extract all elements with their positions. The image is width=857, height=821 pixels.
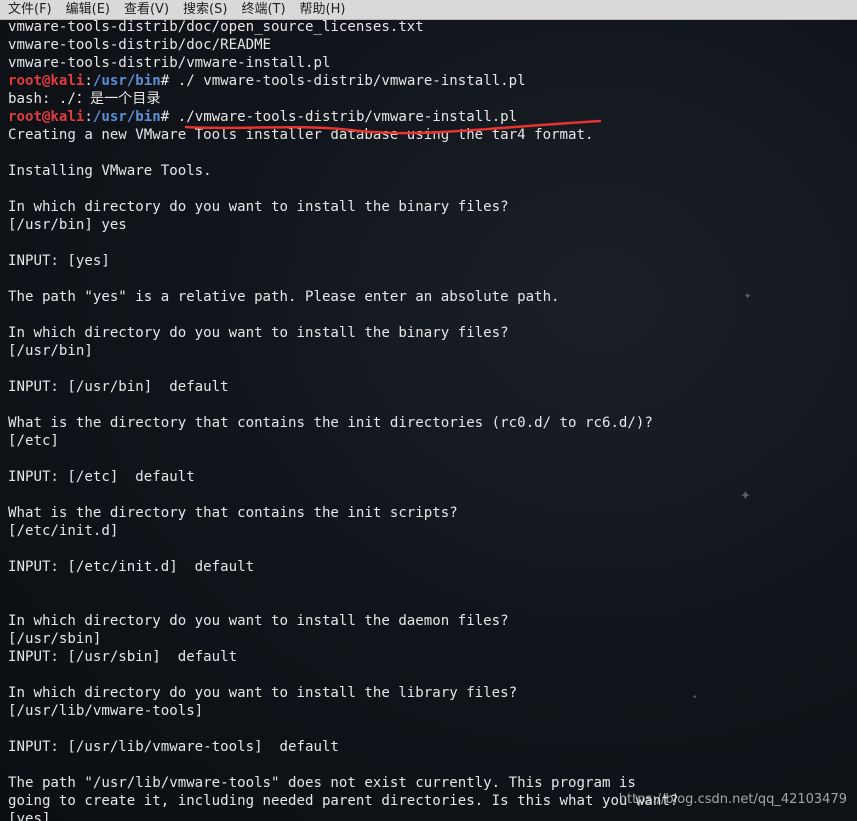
menu-edit[interactable]: 编辑(E) [59, 0, 117, 20]
prompt-line: root@kali:/usr/bin# ./vmware-tools-distr… [8, 108, 678, 126]
menu-view[interactable]: 查看(V) [117, 0, 176, 20]
terminal-line: The path "yes" is a relative path. Pleas… [8, 289, 560, 305]
background-star-icon: ✦ [692, 692, 698, 702]
terminal-line: [yes] [8, 811, 51, 821]
command-text: ./vmware-tools-distrib/vmware-install.pl [177, 109, 518, 125]
terminal-line: In which directory do you want to instal… [8, 685, 518, 701]
terminal-line: going to create it, including needed par… [8, 793, 679, 809]
error-line: bash: ./：是一个目录 [8, 91, 161, 107]
terminal-line: Installing VMware Tools. [8, 163, 212, 179]
terminal-line: INPUT: [yes] [8, 253, 110, 269]
prompt-colon: : [84, 73, 93, 89]
terminal-line: [/usr/sbin] [8, 631, 102, 647]
terminal-line: The path "/usr/lib/vmware-tools" does no… [8, 775, 636, 791]
terminal-line: [/etc/init.d] [8, 523, 119, 539]
command-text: ./ vmware-tools-distrib/vmware-install.p… [177, 73, 526, 89]
menu-file[interactable]: 文件(F) [0, 0, 59, 20]
terminal-line: INPUT: [/etc] default [8, 469, 195, 485]
terminal-line: [/usr/lib/vmware-tools] [8, 703, 204, 719]
terminal-line: In which directory do you want to instal… [8, 325, 509, 341]
terminal-lines: vmware-tools-distrib/doc/open_source_lic… [8, 20, 678, 821]
terminal-line: INPUT: [/usr/sbin] default [8, 649, 238, 665]
terminal-line: INPUT: [/usr/bin] default [8, 379, 229, 395]
prompt-path: /usr/bin [92, 73, 161, 89]
menu-help[interactable]: 帮助(H) [293, 0, 353, 20]
prompt-user: root@kali [8, 73, 85, 89]
prompt-symbol: # [160, 73, 178, 89]
terminal-line: [/etc] [8, 433, 59, 449]
terminal-line: In which directory do you want to instal… [8, 199, 509, 215]
menu-terminal[interactable]: 终端(T) [234, 0, 292, 20]
terminal-line: What is the directory that contains the … [8, 505, 458, 521]
background-star-icon: ✦ [740, 484, 751, 505]
terminal-line: INPUT: [/etc/init.d] default [8, 559, 255, 575]
terminal-line: vmware-tools-distrib/doc/README [8, 37, 272, 53]
terminal-line: [/usr/bin] [8, 343, 93, 359]
terminal-line: vmware-tools-distrib/vmware-install.pl [8, 55, 331, 71]
terminal-line: In which directory do you want to instal… [8, 613, 509, 629]
prompt-user: root@kali [8, 109, 85, 125]
terminal-line: What is the directory that contains the … [8, 415, 653, 431]
terminal-line: vmware-tools-distrib/doc/open_source_lic… [8, 20, 424, 35]
prompt-symbol: # [160, 109, 178, 125]
watermark: https://blog.csdn.net/qq_42103479 [618, 792, 847, 807]
menu-search[interactable]: 搜索(S) [176, 0, 234, 20]
terminal-line: [/usr/bin] yes [8, 217, 127, 233]
terminal-line: INPUT: [/usr/lib/vmware-tools] default [8, 739, 339, 755]
terminal-line: Creating a new VMware Tools installer da… [8, 127, 594, 143]
prompt-colon: : [84, 109, 93, 125]
prompt-path: /usr/bin [92, 109, 161, 125]
menu-bar: 文件(F) 编辑(E) 查看(V) 搜索(S) 终端(T) 帮助(H) [0, 0, 857, 20]
terminal-output[interactable]: ✦ ✦ ✦ vmware-tools-distrib/doc/open_sour… [0, 20, 857, 821]
prompt-line: root@kali:/usr/bin# ./ vmware-tools-dist… [8, 72, 678, 90]
background-star-icon: ✦ [744, 288, 752, 302]
